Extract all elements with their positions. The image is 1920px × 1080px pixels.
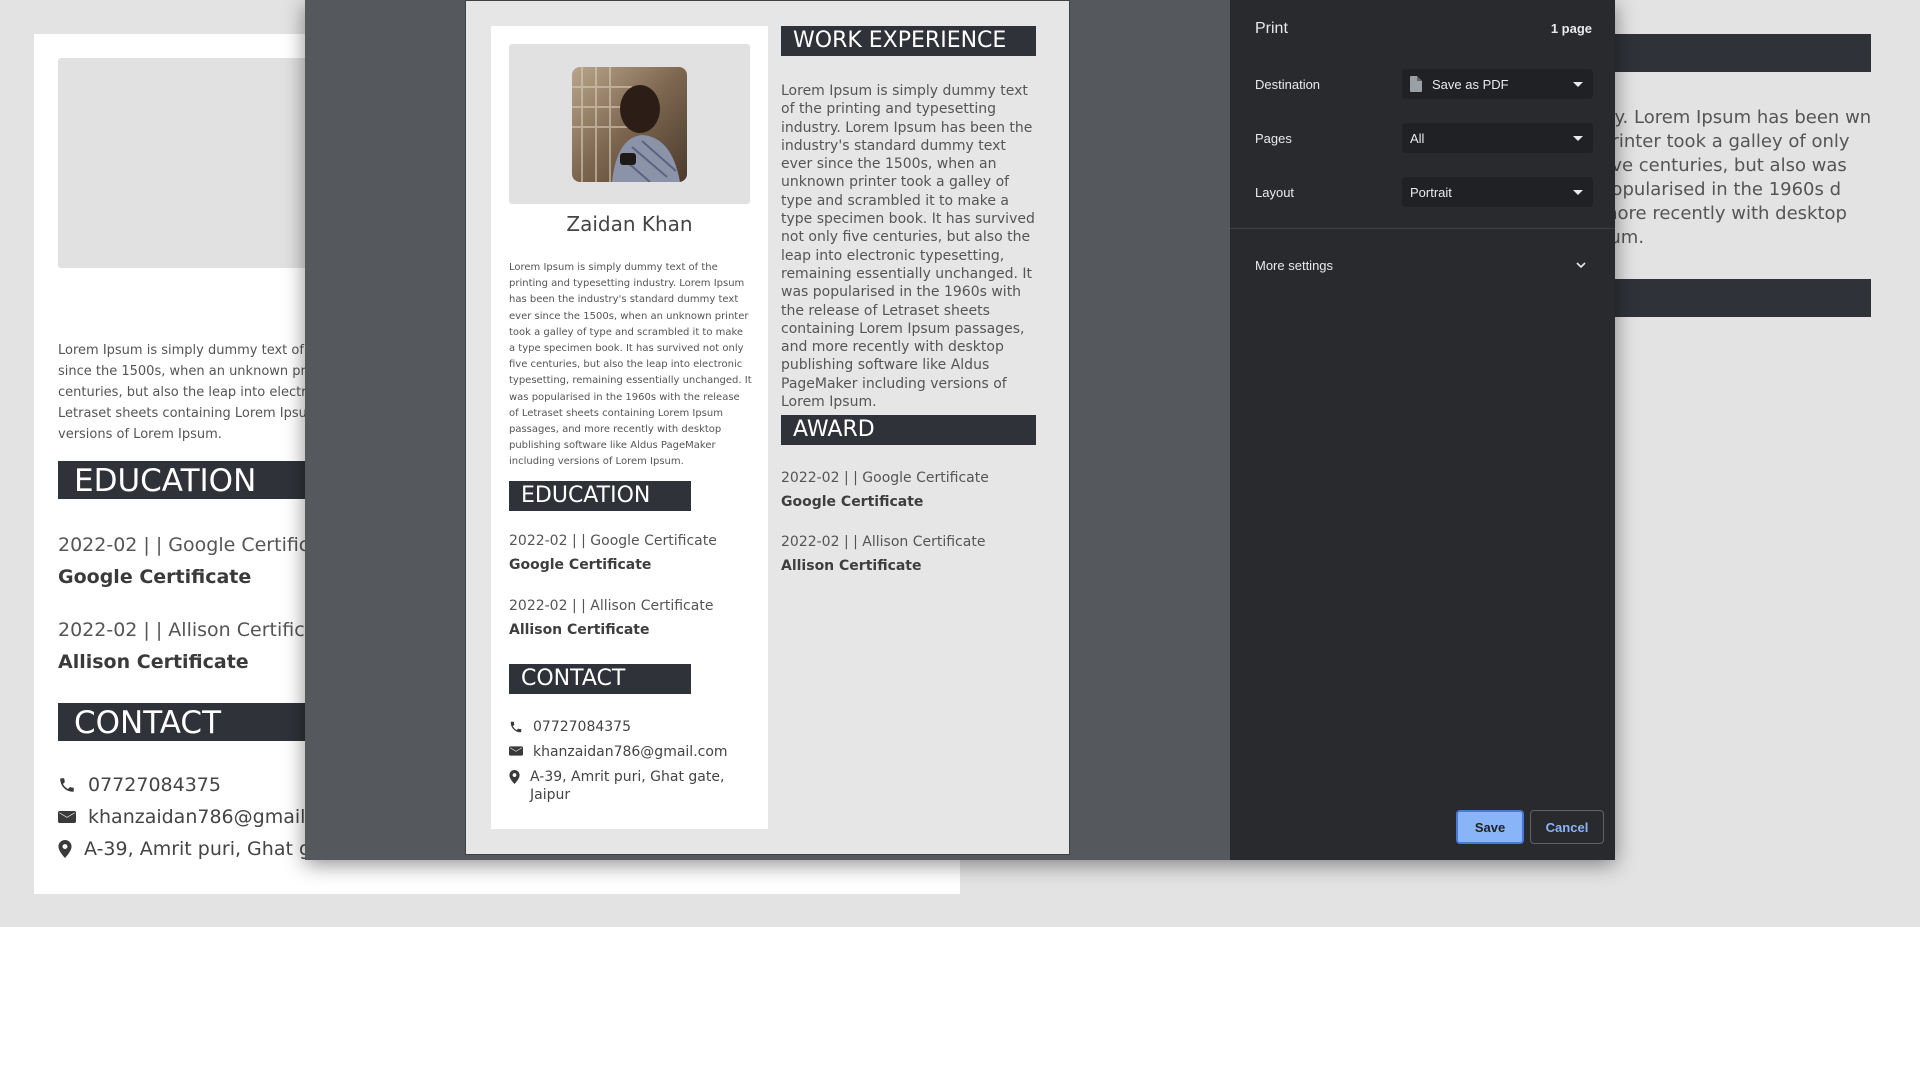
education-heading: EDUCATION: [509, 481, 691, 511]
background-right-text: try. Lorem Ipsum has been wn printer too…: [1600, 107, 1872, 248]
background-photo-box: [58, 58, 308, 268]
profile-photo: [572, 67, 687, 182]
background-education-line: 2022-02 | | Google Certificate: [58, 534, 308, 556]
background-contact-phone: 07727084375: [58, 774, 308, 796]
page-count: 1 page: [1550, 21, 1592, 36]
pages-label: Pages: [1255, 131, 1292, 146]
background-right-heading-bar: [1615, 34, 1871, 72]
print-dialog: Zaidan Khan Lorem Ipsum is simply dummy …: [305, 0, 1615, 860]
education-item-title: Google Certificate: [509, 557, 652, 573]
work-experience-heading: WORK EXPERIENCE: [781, 26, 1036, 56]
preview-page: Zaidan Khan Lorem Ipsum is simply dummy …: [465, 0, 1070, 855]
phone-icon: [510, 721, 522, 733]
award-heading: AWARD: [781, 415, 1036, 445]
profile-photo-box: [509, 44, 750, 204]
chevron-down-icon: [1573, 82, 1583, 87]
education-item-line: 2022-02 | | Google Certificate: [509, 533, 717, 549]
layout-label: Layout: [1255, 185, 1295, 200]
map-pin-icon: [509, 770, 520, 784]
settings-divider: [1230, 228, 1615, 229]
education-item-title: Allison Certificate: [509, 622, 650, 638]
background-about-text: Lorem Ipsum is simply dummy text of the …: [58, 343, 308, 442]
more-settings-toggle[interactable]: More settings: [1255, 258, 1333, 273]
background-education-title: Allison Certificate: [58, 651, 249, 673]
phone-icon: [60, 778, 74, 792]
chevron-down-icon: [1573, 190, 1583, 195]
background-contact-heading: CONTACT: [58, 703, 308, 741]
background-education-title: Google Certificate: [58, 566, 252, 588]
print-title: Print: [1255, 20, 1288, 37]
chevron-down-icon[interactable]: [1575, 259, 1587, 271]
print-settings-panel: Print 1 page Destination Save as PDF Pag…: [1230, 0, 1615, 860]
background-right-heading-bar: [1615, 279, 1871, 317]
award-item-line: 2022-02 | | Google Certificate: [781, 470, 989, 486]
award-item-line: 2022-02 | | Allison Certificate: [781, 534, 986, 550]
profile-name: Zaidan Khan: [566, 212, 693, 236]
pages-select[interactable]: All: [1402, 123, 1593, 153]
background-education-heading: EDUCATION: [58, 461, 308, 499]
chevron-down-icon: [1573, 136, 1583, 141]
destination-label: Destination: [1255, 77, 1321, 92]
destination-select[interactable]: Save as PDF: [1402, 69, 1593, 99]
print-preview-area: Zaidan Khan Lorem Ipsum is simply dummy …: [305, 0, 1230, 860]
background-contact-email: khanzaidan786@gmail.com: [58, 806, 308, 828]
contact-email: khanzaidan786@gmail.com: [509, 743, 752, 761]
envelope-icon: [58, 811, 76, 823]
education-item-line: 2022-02 | | Allison Certificate: [509, 598, 714, 614]
preview-left-column: Zaidan Khan Lorem Ipsum is simply dummy …: [491, 26, 768, 829]
award-item-title: Google Certificate: [781, 494, 924, 510]
contact-address: A-39, Amrit puri, Ghat gate, Jaipur: [509, 768, 752, 804]
background-education-line: 2022-02 | | Allison Certificate: [58, 619, 308, 641]
background-contact-address: A-39, Amrit puri, Ghat gate, Jaipur: [58, 838, 308, 860]
map-pin-icon: [58, 840, 72, 858]
file-icon: [1410, 76, 1422, 92]
award-item-title: Allison Certificate: [781, 558, 922, 574]
envelope-icon: [509, 746, 523, 756]
layout-select[interactable]: Portrait: [1402, 177, 1593, 207]
work-experience-text: Lorem Ipsum is simply dummy text of the …: [781, 83, 1035, 411]
save-button[interactable]: Save: [1456, 810, 1524, 844]
profile-about: Lorem Ipsum is simply dummy text of the …: [509, 262, 752, 468]
contact-phone: 07727084375: [509, 718, 752, 736]
cancel-button[interactable]: Cancel: [1530, 810, 1604, 844]
contact-heading: CONTACT: [509, 664, 691, 694]
